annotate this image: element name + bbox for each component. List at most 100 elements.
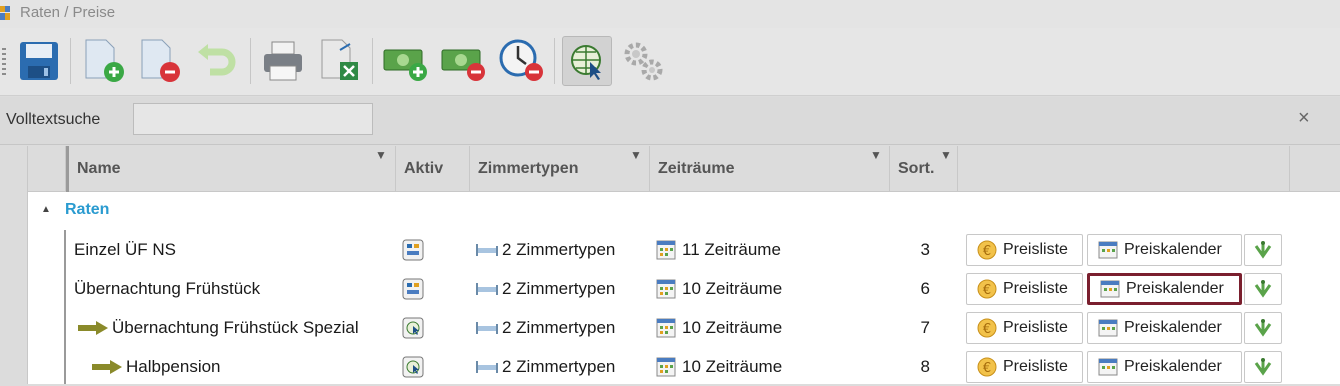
hierarchy-icon [1254, 319, 1272, 337]
cell-zeitraeume[interactable]: 10 Zeiträume [656, 269, 896, 308]
hierarchy-icon [1254, 358, 1272, 376]
svg-text:€: € [983, 361, 991, 376]
rate-name: Übernachtung Frühstück Spezial [112, 317, 359, 337]
header-aktiv[interactable]: Aktiv [396, 146, 470, 192]
cell-zimmertypen[interactable]: 2 Zimmertypen [476, 230, 656, 269]
cell-zeitraeume[interactable]: 10 Zeiträume [656, 308, 896, 347]
filter-icon[interactable]: ▼ [375, 148, 387, 162]
toolbar-separator [372, 38, 373, 84]
hierarchy-icon [1254, 280, 1272, 298]
export-excel-button[interactable] [314, 36, 364, 86]
header-name[interactable]: Name ▼ [66, 146, 396, 192]
calendar-icon [1098, 358, 1118, 376]
cell-zimmertypen[interactable]: 2 Zimmertypen [476, 347, 656, 386]
delete-document-button[interactable] [134, 36, 184, 86]
add-money-button[interactable] [380, 36, 430, 86]
toolbar-grip[interactable] [2, 48, 6, 76]
bed-icon [476, 243, 498, 256]
remove-time-button[interactable] [496, 36, 546, 86]
cell-aktiv[interactable] [402, 308, 432, 347]
preisliste-button[interactable]: € Preisliste [966, 351, 1083, 383]
cell-zimmertypen[interactable]: 2 Zimmertypen [476, 269, 656, 308]
rate-derived-icon [402, 317, 424, 338]
euro-icon: € [977, 318, 997, 338]
preisliste-button[interactable]: € Preisliste [966, 312, 1083, 344]
calendar-grid-icon [656, 240, 676, 259]
cell-sort: 3 [920, 239, 930, 259]
calendar-grid-icon [656, 357, 676, 376]
child-arrow-icon [78, 320, 108, 335]
hierarchy-button[interactable] [1244, 234, 1282, 266]
toolbar-separator [554, 38, 555, 84]
table-row[interactable]: Halbpension 2 Zimmertypen 10 Zeiträume 8… [66, 347, 1340, 386]
rate-name: Übernachtung Frühstück [74, 278, 261, 298]
child-arrow-icon [92, 359, 122, 374]
filter-icon[interactable]: ▼ [940, 148, 952, 162]
hierarchy-button[interactable] [1244, 351, 1282, 383]
grid-header: Name ▼ Aktiv Zimmertypen ▼ Zeiträume ▼ S… [28, 146, 1340, 192]
preisliste-button[interactable]: € Preisliste [966, 234, 1083, 266]
header-zimmertypen[interactable]: Zimmertypen ▼ [470, 146, 650, 192]
euro-icon: € [977, 240, 997, 260]
cell-name: Einzel ÜF NS [74, 230, 404, 269]
cell-name: Übernachtung Frühstück [74, 269, 404, 308]
group-row-raten[interactable]: ▲ Raten [28, 192, 1340, 230]
title-bar: Raten / Preise [0, 0, 1340, 28]
cell-aktiv[interactable] [402, 230, 432, 269]
bed-icon [476, 321, 498, 334]
preiskalender-button[interactable]: Preiskalender [1087, 312, 1242, 344]
print-button[interactable] [258, 36, 308, 86]
euro-icon: € [977, 279, 997, 299]
hierarchy-button[interactable] [1244, 312, 1282, 344]
svg-text:€: € [983, 244, 991, 259]
save-button[interactable] [14, 36, 64, 86]
table-row[interactable]: Übernachtung Frühstück 2 Zimmertypen 10 … [66, 269, 1340, 308]
preiskalender-button[interactable]: Preiskalender [1087, 234, 1242, 266]
rates-grid: Name ▼ Aktiv Zimmertypen ▼ Zeiträume ▼ S… [0, 146, 1340, 384]
rate-active-icon [402, 239, 424, 260]
svg-text:€: € [983, 283, 991, 298]
rate-name: Einzel ÜF NS [74, 239, 177, 259]
add-money-icon [383, 49, 427, 81]
save-icon [20, 42, 58, 80]
preisliste-button[interactable]: € Preisliste [966, 273, 1083, 305]
cell-aktiv[interactable] [402, 347, 432, 386]
close-icon[interactable]: × [1298, 107, 1310, 130]
search-bar: Volltextsuche × [0, 97, 1340, 145]
search-input[interactable] [133, 103, 373, 135]
web-globe-button[interactable] [562, 36, 612, 86]
table-row[interactable]: Übernachtung Frühstück Spezial 2 Zimmert… [66, 308, 1340, 347]
toolbar-separator [70, 38, 71, 84]
cell-zeitraeume[interactable]: 10 Zeiträume [656, 347, 896, 386]
filter-icon[interactable]: ▼ [870, 148, 882, 162]
cell-sort: 8 [920, 356, 930, 376]
print-icon [264, 41, 302, 81]
collapse-caret-icon[interactable]: ▲ [41, 204, 51, 215]
hierarchy-button[interactable] [1244, 273, 1282, 305]
undo-icon [198, 44, 236, 76]
header-sort[interactable]: Sort. ▼ [890, 146, 958, 192]
calendar-grid-icon [656, 279, 676, 298]
settings-gears-button[interactable] [618, 36, 668, 86]
filter-icon[interactable]: ▼ [630, 148, 642, 162]
preiskalender-button[interactable]: Preiskalender [1087, 273, 1242, 305]
cell-aktiv[interactable] [402, 269, 432, 308]
cell-zeitraeume[interactable]: 11 Zeiträume [656, 230, 896, 269]
header-zeitraeume[interactable]: Zeiträume ▼ [650, 146, 890, 192]
row-indicator-column [0, 146, 28, 384]
window-title: Raten / Preise [20, 4, 116, 21]
bed-icon [476, 282, 498, 295]
hierarchy-icon [1254, 241, 1272, 259]
cell-zimmertypen[interactable]: 2 Zimmertypen [476, 308, 656, 347]
remove-time-icon [499, 39, 543, 81]
new-document-button[interactable] [78, 36, 128, 86]
remove-money-button[interactable] [438, 36, 488, 86]
cell-name: Halbpension [92, 347, 422, 386]
app-icon [0, 6, 10, 20]
undo-button[interactable] [192, 36, 242, 86]
calendar-grid-icon [656, 318, 676, 337]
preiskalender-button[interactable]: Preiskalender [1087, 351, 1242, 383]
bed-icon [476, 360, 498, 373]
new-document-icon [85, 39, 124, 82]
table-row[interactable]: Einzel ÜF NS 2 Zimmertypen 11 Zeiträume … [66, 230, 1340, 269]
